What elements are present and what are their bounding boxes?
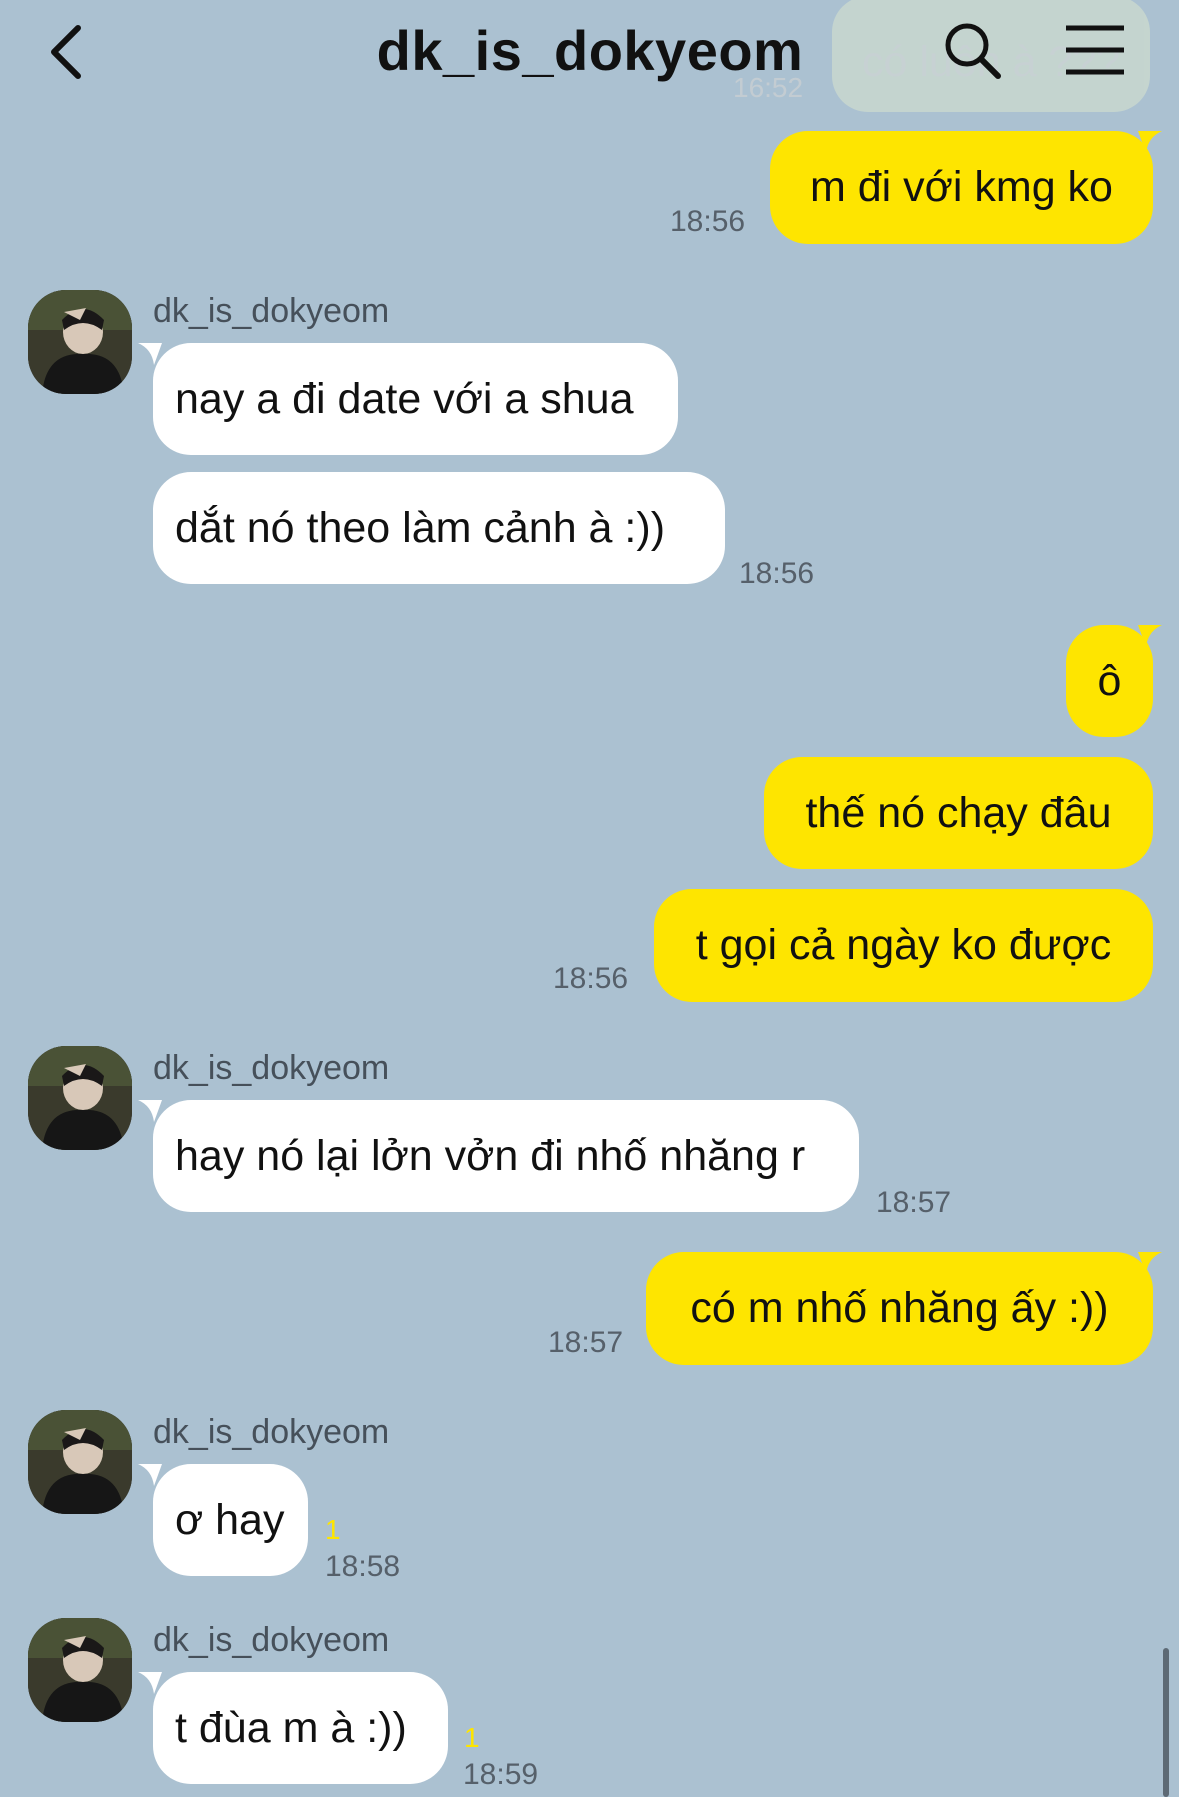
sender-name: dk_is_dokyeom — [153, 292, 390, 330]
message-bubble-outgoing[interactable]: có m nhố nhăng ấy :)) — [646, 1252, 1153, 1365]
avatar[interactable] — [28, 1410, 132, 1514]
message-time: 18:59 — [463, 1758, 539, 1791]
unread-count: 1 — [464, 1722, 480, 1753]
avatar[interactable] — [28, 290, 132, 394]
message-bubble-incoming[interactable]: ơ hay — [153, 1464, 308, 1576]
bubble-tail — [138, 343, 162, 365]
message-bubble-incoming[interactable]: t đùa m à :)) — [153, 1672, 448, 1784]
unread-count: 1 — [325, 1514, 341, 1545]
message-time: 18:56 — [553, 962, 629, 995]
message-time: 18:56 — [670, 205, 746, 238]
message-bubble-outgoing[interactable]: thế nó chạy đâu — [764, 757, 1153, 869]
message-time: 18:56 — [739, 557, 815, 590]
message-text: m đi với kmg ko — [810, 163, 1113, 211]
message-text: có m nhố nhăng ấy :)) — [690, 1284, 1109, 1332]
message-time: 18:57 — [876, 1186, 952, 1219]
profile-photo-icon — [28, 1618, 132, 1722]
message-text: hay nó lại lởn vởn đi nhố nhăng r — [175, 1132, 806, 1180]
bubble-tail — [1138, 625, 1162, 647]
chat-header: dk_is_dokyeom — [0, 0, 1179, 102]
message-bubble-incoming[interactable]: dắt nó theo làm cảnh à :)) — [153, 472, 725, 584]
message-bubble-incoming[interactable]: hay nó lại lởn vởn đi nhố nhăng r — [153, 1100, 859, 1212]
message-time: 18:57 — [548, 1326, 624, 1359]
avatar[interactable] — [28, 1618, 132, 1722]
sender-name: dk_is_dokyeom — [153, 1413, 390, 1451]
message-text: nay a đi date với a shua — [175, 375, 634, 423]
chat-title: dk_is_dokyeom — [376, 19, 804, 82]
avatar[interactable] — [28, 1046, 132, 1150]
profile-photo-icon — [28, 290, 132, 394]
bubble-tail — [138, 1464, 162, 1486]
bubble-tail — [138, 1100, 162, 1122]
back-button[interactable] — [40, 20, 100, 84]
scrollbar[interactable] — [1163, 1648, 1169, 1797]
search-icon — [945, 23, 1001, 79]
message-bubble-outgoing[interactable]: m đi với kmg ko — [770, 131, 1153, 244]
chevron-left-icon — [51, 25, 81, 79]
message-time: 18:58 — [325, 1550, 401, 1583]
sender-name: dk_is_dokyeom — [153, 1049, 390, 1087]
message-text: ơ hay — [175, 1496, 285, 1544]
message-text: dắt nó theo làm cảnh à :)) — [175, 504, 666, 552]
sender-name: dk_is_dokyeom — [153, 1621, 390, 1659]
message-bubble-outgoing[interactable]: t gọi cả ngày ko được — [654, 889, 1153, 1002]
message-text: t đùa m à :)) — [175, 1704, 407, 1752]
hamburger-menu-icon — [1066, 25, 1124, 75]
menu-button[interactable] — [1062, 22, 1128, 80]
message-text: t gọi cả ngày ko được — [695, 921, 1112, 969]
profile-photo-icon — [28, 1410, 132, 1514]
bubble-tail — [1138, 131, 1162, 153]
message-text: thế nó chạy đâu — [805, 789, 1112, 837]
bubble-tail — [138, 1672, 162, 1694]
profile-photo-icon — [28, 1046, 132, 1150]
message-text: ô — [1097, 657, 1122, 705]
search-button[interactable] — [940, 18, 1006, 84]
bubble-tail — [1138, 1252, 1162, 1274]
message-bubble-incoming[interactable]: nay a đi date với a shua — [153, 343, 678, 455]
